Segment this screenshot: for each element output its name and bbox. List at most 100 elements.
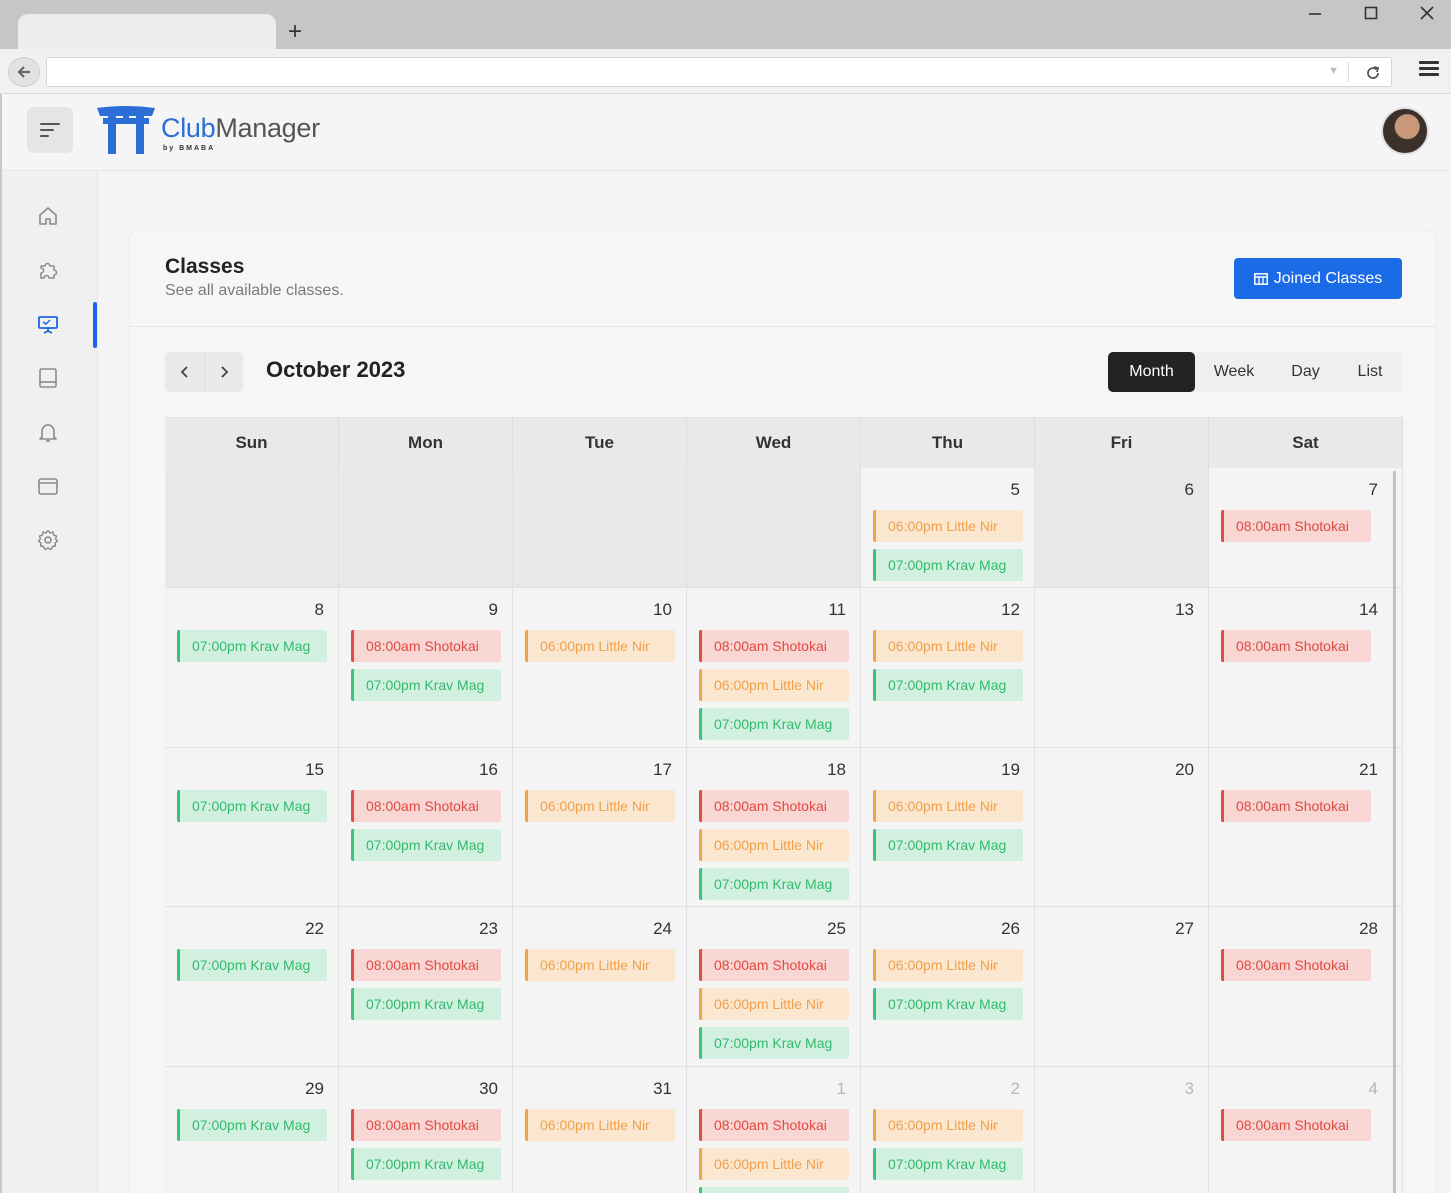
calendar-day-cell[interactable]: 5 06:00pm Little Nir 07:00pm Krav Mag: [861, 468, 1035, 588]
calendar-day-cell[interactable]: 22 07:00pm Krav Mag: [165, 907, 339, 1067]
class-event[interactable]: 08:00am Shotokai: [351, 630, 501, 662]
app-logo[interactable]: ClubManager by BMABA: [95, 105, 335, 157]
class-event[interactable]: 07:00pm Krav Mag: [351, 829, 501, 861]
class-event[interactable]: 08:00am Shotokai: [1221, 1109, 1371, 1141]
sidebar-item-notebook[interactable]: [36, 366, 60, 390]
calendar-day-cell[interactable]: [687, 468, 861, 588]
calendar-day-cell[interactable]: 24 06:00pm Little Nir: [513, 907, 687, 1067]
browser-menu-button[interactable]: [1419, 58, 1439, 84]
day-number[interactable]: 20: [1175, 760, 1194, 780]
calendar-day-cell[interactable]: 27: [1035, 907, 1209, 1067]
day-number[interactable]: 10: [653, 600, 672, 620]
calendar-day-cell[interactable]: [339, 468, 513, 588]
chevron-down-icon[interactable]: ▼: [1328, 65, 1339, 77]
view-day-button[interactable]: Day: [1273, 352, 1338, 392]
day-number[interactable]: 17: [653, 760, 672, 780]
class-event[interactable]: 07:00pm Krav Mag: [699, 868, 849, 900]
calendar-day-cell[interactable]: 18 08:00am Shotokai 06:00pm Little Nir 07:0…: [687, 748, 861, 907]
calendar-scrollbar[interactable]: [1393, 471, 1396, 1193]
sidebar-item-classes[interactable]: [36, 312, 60, 336]
class-event[interactable]: 08:00am Shotokai: [1221, 630, 1371, 662]
class-event[interactable]: 06:00pm Little Nir: [525, 949, 675, 981]
day-number[interactable]: 4: [1369, 1079, 1378, 1099]
day-number[interactable]: 18: [827, 760, 846, 780]
sidebar-item-notifications[interactable]: [36, 420, 60, 444]
class-event[interactable]: 06:00pm Little Nir: [699, 829, 849, 861]
class-event[interactable]: 06:00pm Little Nir: [525, 790, 675, 822]
calendar-day-cell[interactable]: 17 06:00pm Little Nir: [513, 748, 687, 907]
day-number[interactable]: 12: [1001, 600, 1020, 620]
back-button[interactable]: [8, 57, 40, 87]
day-number[interactable]: 26: [1001, 919, 1020, 939]
prev-month-button[interactable]: [165, 352, 204, 392]
class-event[interactable]: 07:00pm Krav Mag: [177, 1109, 327, 1141]
calendar-day-cell[interactable]: 6: [1035, 468, 1209, 588]
class-event[interactable]: 07:00pm Krav Mag: [873, 988, 1023, 1020]
day-number[interactable]: 14: [1359, 600, 1378, 620]
calendar-day-cell[interactable]: 14 08:00am Shotokai: [1209, 588, 1403, 748]
class-event[interactable]: 08:00am Shotokai: [351, 790, 501, 822]
maximize-button[interactable]: [1356, 4, 1386, 28]
reload-button[interactable]: [1365, 61, 1381, 86]
day-number[interactable]: 3: [1185, 1079, 1194, 1099]
class-event[interactable]: 07:00pm Krav Mag: [177, 630, 327, 662]
calendar-day-cell[interactable]: 28 08:00am Shotokai: [1209, 907, 1403, 1067]
calendar-day-cell[interactable]: 30 08:00am Shotokai 07:00pm Krav Mag: [339, 1067, 513, 1193]
class-event[interactable]: 06:00pm Little Nir: [525, 630, 675, 662]
day-number[interactable]: 22: [305, 919, 324, 939]
class-event[interactable]: 08:00am Shotokai: [699, 630, 849, 662]
joined-classes-button[interactable]: Joined Classes: [1234, 258, 1402, 299]
class-event[interactable]: 06:00pm Little Nir: [873, 630, 1023, 662]
sidebar-item-home[interactable]: [36, 204, 60, 228]
calendar-day-cell[interactable]: 15 07:00pm Krav Mag: [165, 748, 339, 907]
calendar-day-cell[interactable]: 20: [1035, 748, 1209, 907]
class-event[interactable]: 07:00pm Krav Mag: [177, 790, 327, 822]
class-event[interactable]: 07:00pm Krav Mag: [351, 988, 501, 1020]
sidebar-toggle-button[interactable]: [27, 107, 73, 153]
calendar-day-cell[interactable]: 4 08:00am Shotokai: [1209, 1067, 1403, 1193]
day-number[interactable]: 29: [305, 1079, 324, 1099]
class-event[interactable]: 08:00am Shotokai: [1221, 790, 1371, 822]
day-number[interactable]: 15: [305, 760, 324, 780]
class-event[interactable]: 08:00am Shotokai: [1221, 949, 1371, 981]
calendar-day-cell[interactable]: 2 06:00pm Little Nir 07:00pm Krav Mag: [861, 1067, 1035, 1193]
day-number[interactable]: 16: [479, 760, 498, 780]
class-event[interactable]: 07:00pm Krav Mag: [873, 829, 1023, 861]
class-event[interactable]: 07:00pm Krav Mag: [873, 1148, 1023, 1180]
browser-tab[interactable]: [18, 14, 276, 50]
new-tab-button[interactable]: +: [284, 18, 306, 46]
class-event[interactable]: 08:00am Shotokai: [699, 1109, 849, 1141]
class-event[interactable]: 06:00pm Little Nir: [525, 1109, 675, 1141]
calendar-day-cell[interactable]: 1 08:00am Shotokai 06:00pm Little Nir 07:00…: [687, 1067, 861, 1193]
calendar-day-cell[interactable]: 23 08:00am Shotokai 07:00pm Krav Mag: [339, 907, 513, 1067]
calendar-day-cell[interactable]: 12 06:00pm Little Nir 07:00pm Krav Mag: [861, 588, 1035, 748]
day-number[interactable]: 23: [479, 919, 498, 939]
day-number[interactable]: 5: [1011, 480, 1020, 500]
calendar-day-cell[interactable]: 7 08:00am Shotokai: [1209, 468, 1403, 588]
class-event[interactable]: 08:00am Shotokai: [699, 790, 849, 822]
class-event[interactable]: 07:00pm Krav Mag: [351, 1148, 501, 1180]
day-number[interactable]: 21: [1359, 760, 1378, 780]
calendar-day-cell[interactable]: 25 08:00am Shotokai 06:00pm Little Nir 07:0…: [687, 907, 861, 1067]
day-number[interactable]: 27: [1175, 919, 1194, 939]
day-number[interactable]: 6: [1185, 480, 1194, 500]
calendar-day-cell[interactable]: 19 06:00pm Little Nir 07:00pm Krav Mag: [861, 748, 1035, 907]
calendar-day-cell[interactable]: 31 06:00pm Little Nir: [513, 1067, 687, 1193]
calendar-day-cell[interactable]: 3: [1035, 1067, 1209, 1193]
calendar-day-cell[interactable]: 11 08:00am Shotokai 06:00pm Little Nir 07:0…: [687, 588, 861, 748]
day-number[interactable]: 28: [1359, 919, 1378, 939]
calendar-day-cell[interactable]: 10 06:00pm Little Nir: [513, 588, 687, 748]
day-number[interactable]: 7: [1369, 480, 1378, 500]
view-list-button[interactable]: List: [1338, 352, 1402, 392]
class-event[interactable]: 08:00am Shotokai: [351, 1109, 501, 1141]
class-event[interactable]: 08:00am Shotokai: [699, 949, 849, 981]
day-number[interactable]: 13: [1175, 600, 1194, 620]
calendar-day-cell[interactable]: 16 08:00am Shotokai 07:00pm Krav Mag: [339, 748, 513, 907]
class-event[interactable]: 07:00pm Krav Mag: [177, 949, 327, 981]
class-event[interactable]: 07:00pm Krav Mag: [351, 669, 501, 701]
day-number[interactable]: 11: [828, 600, 846, 620]
minimize-button[interactable]: [1300, 4, 1330, 28]
class-event[interactable]: 06:00pm Little Nir: [699, 1148, 849, 1180]
class-event[interactable]: 08:00am Shotokai: [351, 949, 501, 981]
calendar-day-cell[interactable]: 21 08:00am Shotokai: [1209, 748, 1403, 907]
